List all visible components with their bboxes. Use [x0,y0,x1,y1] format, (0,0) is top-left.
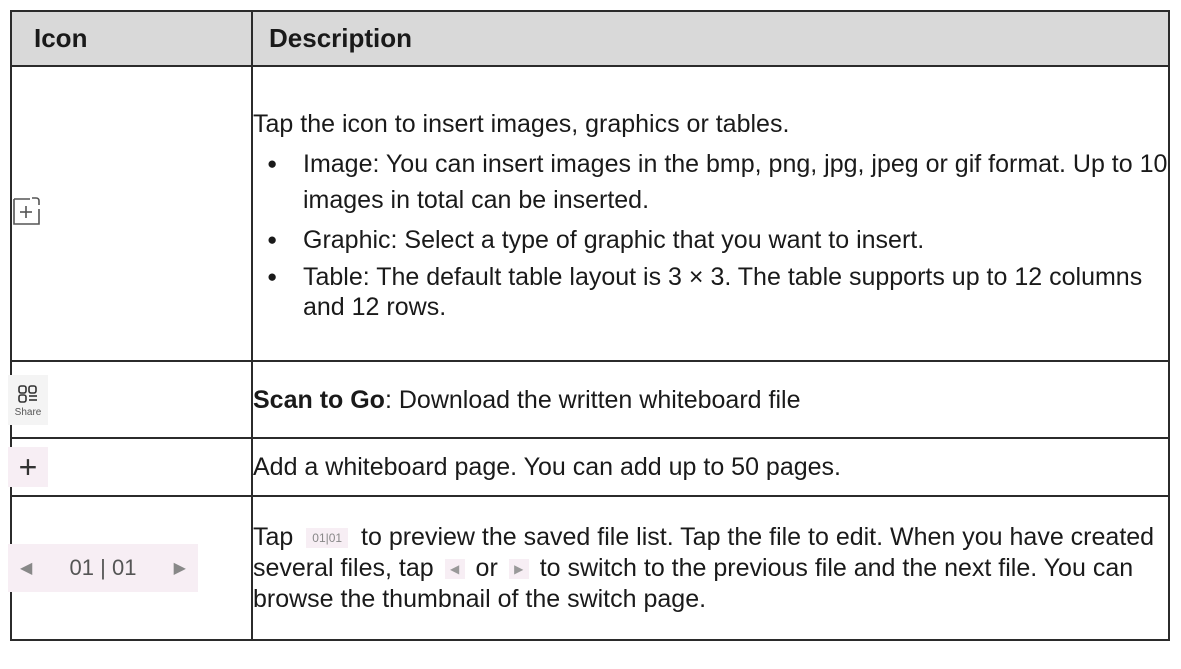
bullet-image: Image: You can insert images in the bmp,… [253,146,1168,218]
icon-cell [10,65,253,362]
description-cell: Scan to Go: Download the written whitebo… [251,360,1170,439]
header-icon-label: Icon [34,23,88,53]
bullet-table: Table: The default table layout is 3 × 3… [253,262,1168,322]
next-triangle-icon: ▶ [173,560,186,577]
insert-bullet-list: Image: You can insert images in the bmp,… [253,146,1168,322]
icon-cell: Share [8,360,253,439]
insert-icon [12,196,42,226]
qr-share-icon: Share [8,374,48,425]
previous-triangle-icon: ◀ [20,560,33,577]
icon-cell: ◀ 01 | 01 ▶ [8,495,253,641]
pager-text-3: or [475,553,498,582]
icon-cell: + [8,437,253,497]
table-row: ◀ 01 | 01 ▶ Tap 01|01 to preview the sav… [8,495,1170,641]
header-description-cell: Description [251,10,1170,67]
previous-inline-icon: ◀ [444,558,465,579]
table-header-row: Icon Description [10,10,1170,67]
add-page-text: Add a whiteboard page. You can add up to… [253,453,841,481]
pager-text-1: Tap [253,522,294,551]
plus-icon: + [8,447,48,487]
icon-description-table: Icon Description Tap the icon to insert … [8,10,1170,641]
table-row: + Add a whiteboard page. You can add up … [8,437,1170,497]
pager-icon: ◀ 01 | 01 ▶ [8,544,198,592]
scan-to-go-text: : Download the written whiteboard file [384,385,801,414]
description-cell: Tap 01|01 to preview the saved file list… [251,495,1170,641]
pager-label: 01 | 01 [69,555,137,580]
description-cell: Tap the icon to insert images, graphics … [251,65,1170,362]
table-row: Tap the icon to insert images, graphics … [10,65,1170,362]
table-row: Share Scan to Go: Download the written w… [8,360,1170,439]
next-inline-icon: ▶ [508,558,529,579]
header-description-label: Description [269,23,413,53]
header-icon-cell: Icon [10,10,253,67]
description-cell: Add a whiteboard page. You can add up to… [251,437,1170,497]
scan-to-go-label: Scan to Go [253,385,385,414]
bullet-graphic: Graphic: Select a type of graphic that y… [253,222,1168,258]
insert-intro: Tap the icon to insert images, graphics … [253,109,790,138]
share-icon-label: Share [14,406,42,418]
mini-pager-icon: 01|01 [306,527,349,548]
